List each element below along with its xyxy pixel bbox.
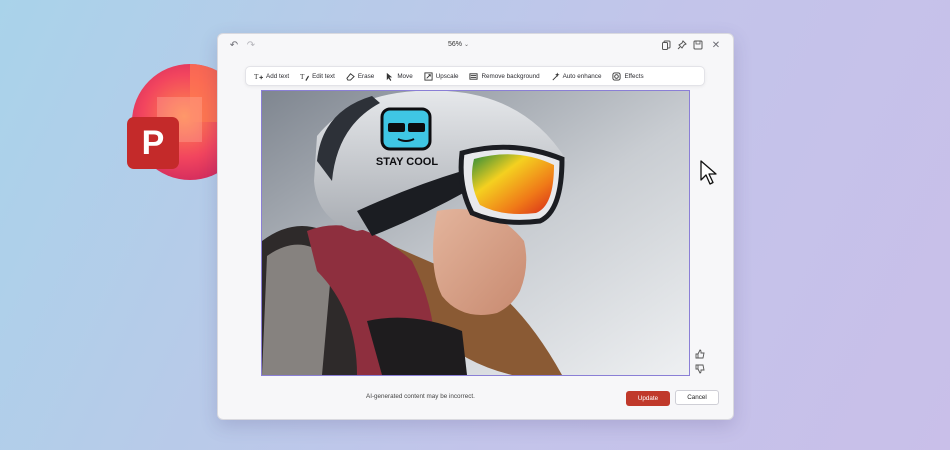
skier-photo: STAY COOL — [262, 91, 689, 375]
titlebar: ↶ ↷ 56% ⌄ ✕ — [218, 34, 733, 58]
copy-icon[interactable] — [660, 40, 672, 52]
auto-enhance-button[interactable]: Auto enhance — [551, 71, 602, 81]
edit-text-icon: T — [300, 73, 310, 81]
update-button[interactable]: Update — [626, 391, 670, 406]
move-label: Move — [397, 72, 413, 80]
undo-icon[interactable]: ↶ — [228, 40, 240, 52]
pin-icon[interactable] — [676, 40, 688, 52]
chevron-down-icon: ⌄ — [464, 42, 470, 48]
add-text-icon: T — [254, 73, 263, 81]
zoom-label: 56% — [448, 41, 463, 48]
image-canvas[interactable]: STAY COOL — [261, 90, 690, 376]
add-text-label: Add text — [266, 72, 290, 80]
effects-icon — [612, 71, 622, 81]
upscale-button[interactable]: Upscale — [424, 71, 459, 81]
remove-background-label: Remove background — [481, 72, 540, 80]
move-icon — [387, 72, 393, 81]
svg-text:T: T — [254, 73, 259, 81]
edit-toolbar: T Add text T Edit text Erase Move Upscal… — [245, 66, 705, 86]
upscale-label: Upscale — [435, 72, 459, 80]
ai-disclaimer: AI-generated content may be incorrect. — [366, 393, 475, 400]
save-icon[interactable] — [692, 40, 704, 52]
redo-icon[interactable]: ↷ — [245, 40, 257, 52]
erase-button[interactable]: Erase — [346, 72, 374, 81]
mouse-cursor-icon — [700, 160, 717, 185]
zoom-control[interactable]: 56% ⌄ — [448, 41, 469, 48]
auto-enhance-label: Auto enhance — [562, 72, 602, 80]
thumbs-up-icon[interactable] — [695, 346, 705, 359]
logo-letter: P — [142, 124, 165, 162]
edit-text-button[interactable]: T Edit text — [300, 72, 335, 81]
thumbs-down-icon[interactable] — [695, 361, 705, 374]
upscale-icon — [424, 71, 433, 81]
remove-background-icon — [469, 72, 479, 80]
sticker-text: STAY COOL — [376, 156, 438, 168]
erase-label: Erase — [357, 72, 375, 80]
stay-cool-sticker: STAY COOL — [376, 107, 438, 168]
add-text-button[interactable]: T Add text — [254, 72, 289, 81]
move-button[interactable]: Move — [385, 72, 413, 81]
edit-text-label: Edit text — [312, 72, 335, 80]
effects-button[interactable]: Effects — [612, 71, 644, 81]
cancel-button[interactable]: Cancel — [675, 390, 719, 405]
svg-text:T: T — [300, 73, 305, 81]
sparkle-icon — [552, 71, 560, 80]
image-editor-window: ↶ ↷ 56% ⌄ ✕ T Add text T Edit text Erase … — [217, 33, 734, 420]
eraser-icon — [346, 72, 355, 81]
remove-background-button[interactable]: Remove background — [469, 72, 540, 81]
close-icon[interactable]: ✕ — [710, 40, 722, 52]
effects-label: Effects — [624, 72, 644, 80]
